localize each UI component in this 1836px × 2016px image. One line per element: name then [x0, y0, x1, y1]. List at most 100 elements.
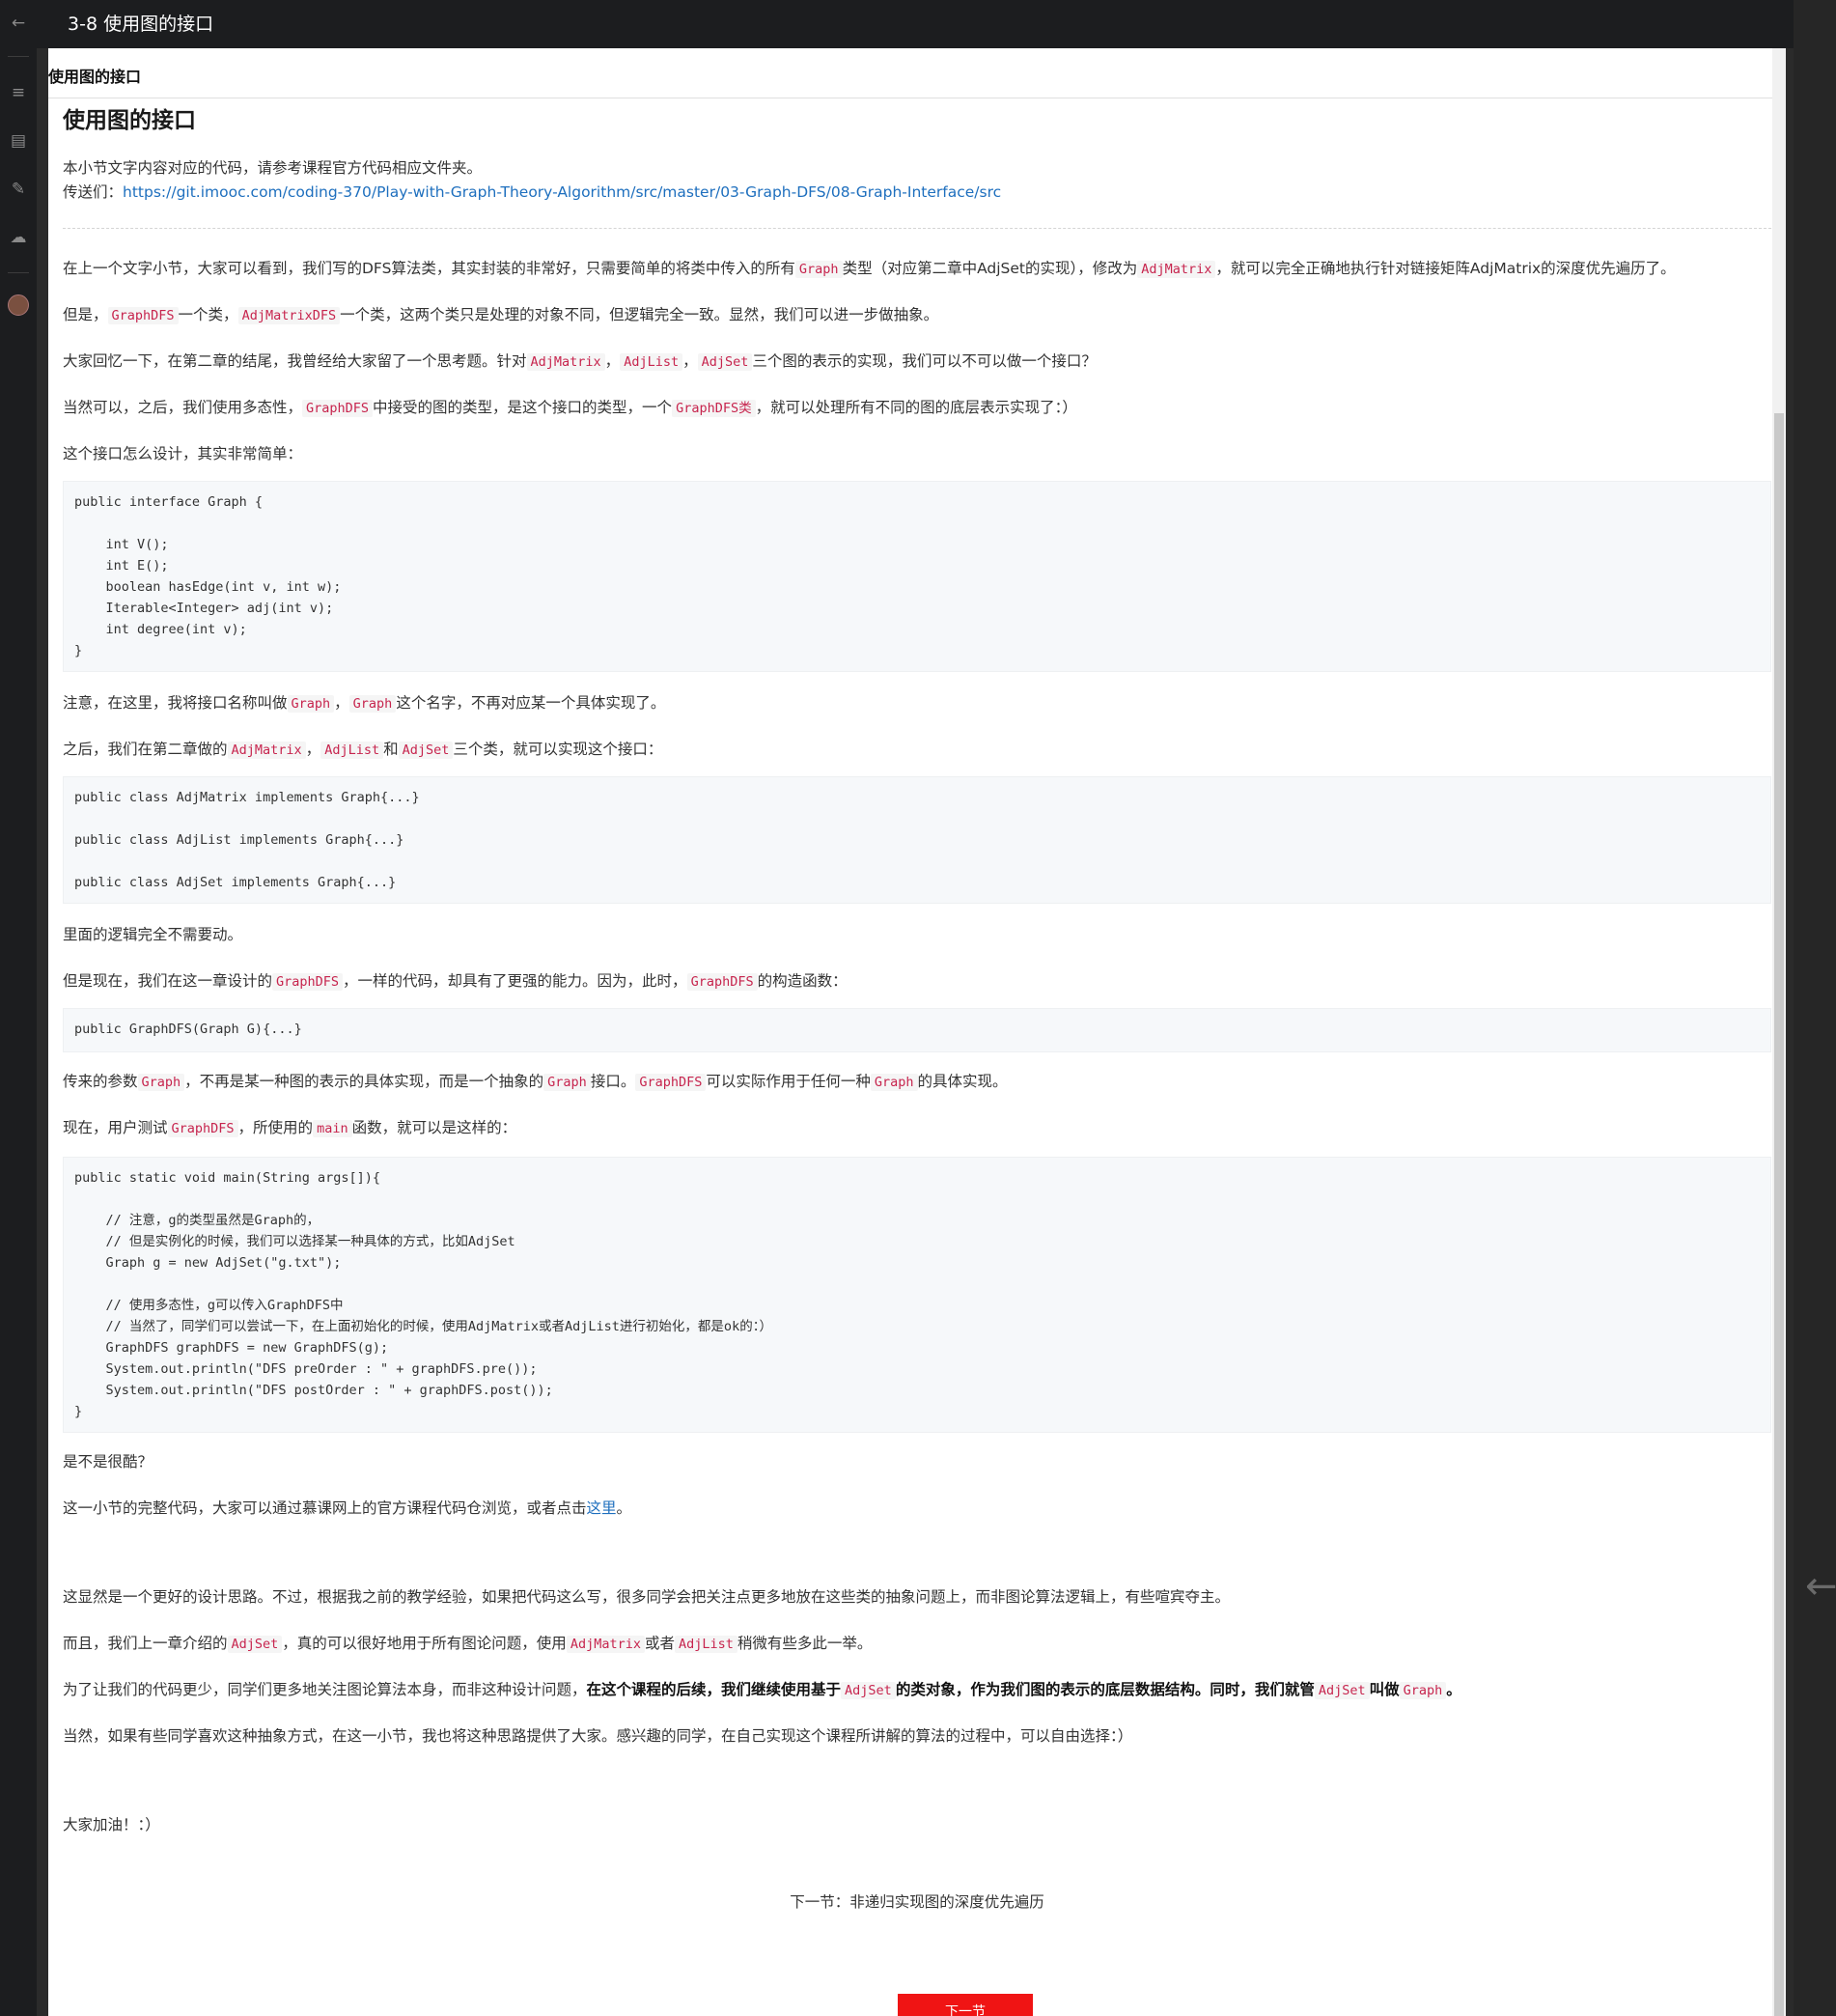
bold-text: 叫做 [1369, 1681, 1400, 1698]
intro-text: 本小节文字内容对应的代码，请参考课程官方代码相应文件夹。 传送们：https:/… [63, 156, 1001, 205]
inline-code: AdjList [674, 1636, 737, 1653]
paragraph: 传来的参数 Graph ，不再是某一种图的表示的具体实现，而是一个抽象的 Graph 接… [63, 1070, 1008, 1091]
bold-text: 在这个课程的后续，我们继续使用基于 [586, 1681, 842, 1698]
text: ， [334, 694, 349, 712]
text: 传来的参数 [63, 1073, 138, 1090]
inline-code: AdjList [320, 742, 384, 759]
breadcrumb-title: 使用图的接口 [48, 68, 142, 86]
text: 这一小节的完整代码，大家可以通过慕课网上的官方课程代码仓浏览，或者点击 [63, 1499, 587, 1517]
paragraph: 但是现在，我们在这一章设计的 GraphDFS ，一样的代码，却具有了更强的能力。因… [63, 969, 848, 991]
divider [63, 228, 1771, 229]
inline-code: AdjMatrix [566, 1636, 645, 1653]
text: ，所使用的 [237, 1119, 314, 1136]
scrollbar[interactable] [1772, 48, 1786, 2016]
inline-code: Graph [137, 1074, 185, 1091]
sidebar-divider [8, 56, 29, 57]
paragraph: 这显然是一个更好的设计思路。不过，根据我之前的教学经验，如果把代码这么写，很多同… [63, 1588, 1231, 1606]
text: ，就可以完全正确地执行针对链接矩阵AdjMatrix的深度优先遍历了。 [1215, 260, 1676, 277]
text: 的具体实现。 [917, 1073, 1008, 1090]
next-section-button[interactable]: 下一节 [898, 1994, 1033, 2016]
text: ， [604, 352, 621, 370]
inline-code: Graph [543, 1074, 591, 1091]
back-arrow-icon[interactable]: ← [0, 12, 37, 35]
inline-code: GraphDFS [635, 1074, 707, 1091]
text: 三个类，就可以实现这个接口： [453, 741, 663, 758]
paragraph: 当然，如果有些同学喜欢这种抽象方式，在这一小节，我也将这种思路提供了大家。感兴趣… [63, 1727, 1133, 1745]
cloud-download-icon[interactable]: ☁ [0, 226, 37, 249]
inline-code: GraphDFS [167, 1120, 238, 1137]
inline-code: GraphDFS [272, 973, 344, 991]
question-icon[interactable]: ▤ [0, 129, 37, 153]
text: 的构造函数： [757, 972, 848, 990]
code-block: public class AdjMatrix implements Graph{… [63, 776, 1771, 904]
scrollbar-thumb[interactable] [1774, 413, 1784, 2016]
inline-code: AdjSet [1314, 1682, 1370, 1699]
right-gutter [1794, 0, 1836, 2016]
text: 类型（对应第二章中AdjSet的实现），修改为 [842, 260, 1138, 277]
inline-code: AdjMatrix [526, 353, 605, 371]
paragraph: 里面的逻辑完全不需要动。 [63, 926, 243, 943]
inline-code: main [313, 1120, 352, 1137]
text: 函数，就可以是这样的： [351, 1119, 517, 1136]
paragraph: 在上一个文字小节，大家可以看到，我们写的DFS算法类，其实封装的非常好，只需要简… [63, 257, 1676, 278]
text: 而且，我们上一章介绍的 [63, 1635, 228, 1652]
repo-link[interactable]: https://git.imooc.com/coding-370/Play-wi… [123, 183, 1001, 201]
text: 三个图的表示的实现，我们可以不可以做一个接口？ [752, 352, 1097, 370]
code-block: public static void main(String args[]){ … [63, 1157, 1771, 1433]
inline-code: GraphDFS类 [672, 400, 756, 417]
top-bar: 3-8 使用图的接口 [37, 0, 1794, 48]
inline-code: Graph [348, 695, 397, 713]
breadcrumb: 使用图的接口 [48, 48, 1786, 98]
inline-code: Graph [794, 261, 843, 278]
text: ，真的可以很好地用于所有图论问题，使用 [282, 1635, 567, 1652]
text: ，不再是某一种图的表示的具体实现，而是一个抽象的 [184, 1073, 544, 1090]
paragraph: 为了让我们的代码更少，同学们更多地关注图论算法本身，而非这种设计问题，在这个课程… [63, 1678, 1461, 1699]
paragraph: 大家回忆一下，在第二章的结尾，我曾经给大家留了一个思考题。针对 AdjMatrix… [63, 350, 1097, 371]
edit-pencil-icon[interactable]: ✎ [0, 178, 37, 201]
inline-code: AdjSet [227, 1636, 283, 1653]
text: 现在，用户测试 [63, 1119, 168, 1136]
paragraph: 这个接口怎么设计，其实非常简单： [63, 445, 303, 462]
left-sidebar: ← ≡ ▤ ✎ ☁ [0, 0, 37, 2016]
text: 稍微有些多此一举。 [737, 1635, 873, 1652]
text: ，就可以处理所有不同的图的底层表示实现了：） [755, 399, 1077, 416]
text: 这个名字，不再对应某一个具体实现了。 [396, 694, 666, 712]
code-block: public interface Graph { int V(); int E(… [63, 481, 1771, 672]
text: 当然可以，之后，我们使用多态性， [63, 399, 303, 416]
window-title: 3-8 使用图的接口 [68, 14, 214, 35]
inline-code: GraphDFS [686, 973, 758, 991]
text: 一个类，这两个类只是处理的对象不同，但逻辑完全一致。显然，我们可以进一步做抽象。 [340, 306, 939, 323]
collapse-arrow-icon[interactable]: ← [1805, 1564, 1836, 1609]
inline-code: AdjSet [841, 1682, 896, 1699]
code-link[interactable]: 这里 [587, 1499, 617, 1517]
paragraph: 是不是很酷？ [63, 1453, 153, 1470]
content-panel: 使用图的接口 使用图的接口 本小节文字内容对应的代码，请参考课程官方代码相应文件… [48, 48, 1786, 2016]
text: 一个类， [178, 306, 238, 323]
inline-code: AdjList [620, 353, 683, 371]
next-caption: 下一节：非递归实现图的深度优先遍历 [790, 1893, 1044, 1911]
inline-code: Graph [870, 1074, 918, 1091]
text: 但是现在，我们在这一章设计的 [63, 972, 273, 990]
paragraph: 现在，用户测试 GraphDFS ，所使用的 main 函数，就可以是这样的： [63, 1116, 516, 1137]
inline-code: AdjMatrix [227, 742, 306, 759]
paragraph: 注意，在这里，我将接口名称叫做 Graph， Graph 这个名字，不再对应某一个具体… [63, 691, 665, 713]
text: 但是， [63, 306, 108, 323]
text: 可以实际作用于任何一种 [706, 1073, 871, 1090]
text: 接口。 [590, 1073, 636, 1090]
inline-code: Graph [1399, 1682, 1447, 1699]
text: ， [305, 741, 321, 758]
intro-link-line: 传送们：https://git.imooc.com/coding-370/Pla… [63, 181, 1001, 205]
intro-prefix: 传送们： [63, 183, 124, 201]
menu-icon[interactable]: ≡ [0, 81, 37, 104]
text: 大家回忆一下，在第二章的结尾，我曾经给大家留了一个思考题。针对 [63, 352, 527, 370]
paragraph: 大家加油！：） [63, 1816, 160, 1834]
paragraph: 而且，我们上一章介绍的 AdjSet ，真的可以很好地用于所有图论问题，使用 AdjM… [63, 1632, 872, 1653]
text: 和 [383, 741, 399, 758]
text: ，一样的代码，却具有了更强的能力。因为，此时， [343, 972, 687, 990]
text: ， [682, 352, 698, 370]
text: 。 [616, 1499, 632, 1517]
paragraph: 之后，我们在第二章做的 AdjMatrix， AdjList 和 AdjSet 三个类，就… [63, 738, 662, 759]
paragraph: 这一小节的完整代码，大家可以通过慕课网上的官方课程代码仓浏览，或者点击这里。 [63, 1497, 631, 1518]
code-block: public GraphDFS(Graph G){...} [63, 1008, 1771, 1052]
avatar[interactable] [8, 294, 29, 316]
